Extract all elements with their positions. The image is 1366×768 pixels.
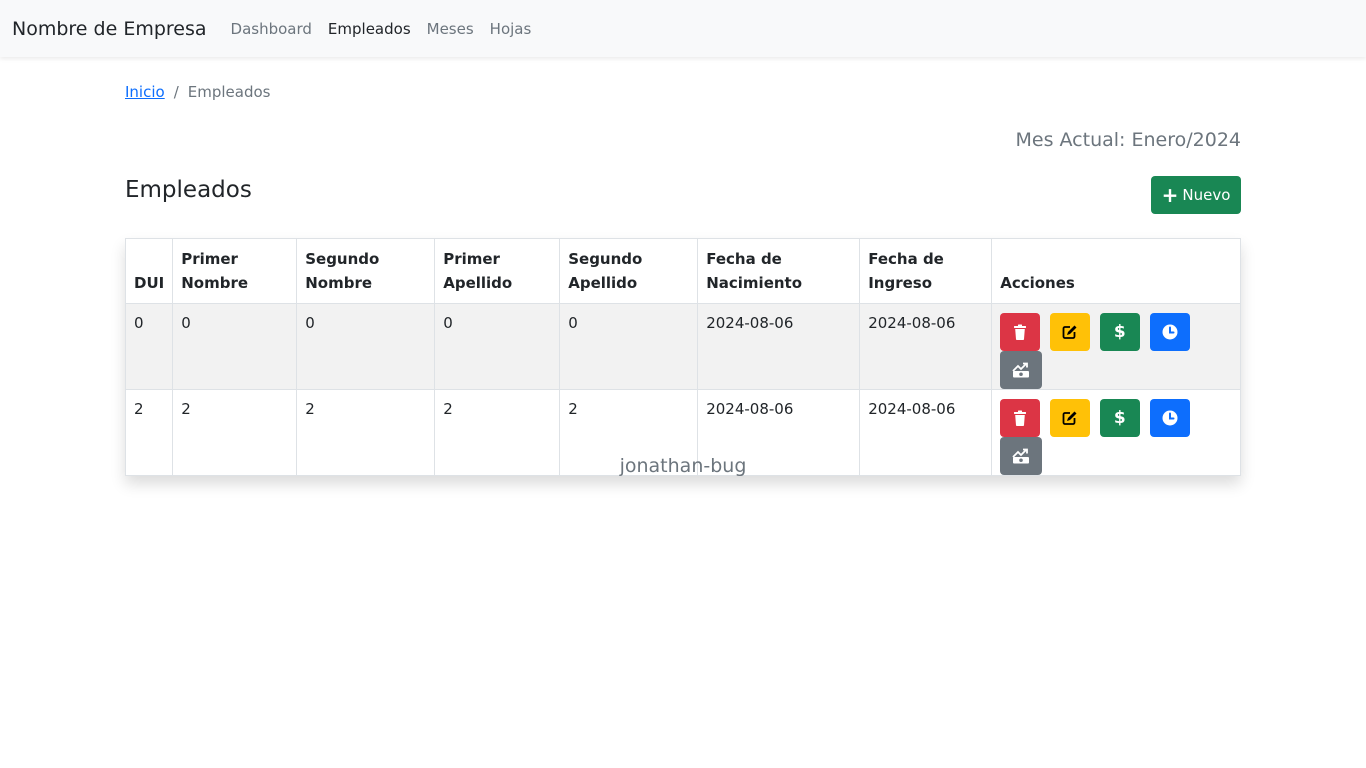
page-title: Empleados [125,177,252,203]
edit-button[interactable] [1050,313,1090,351]
cell-actions: $ [991,303,1241,390]
dollar-icon: $ [1113,322,1126,342]
nav-link-hojas[interactable]: Hojas [490,20,532,38]
nav-link-dashboard[interactable]: Dashboard [231,20,312,38]
cell-fecha-nacimiento: 2024-08-06 [697,303,861,390]
payroll-button[interactable] [1000,351,1043,389]
navbar-brand[interactable]: Nombre de Empresa [12,18,207,40]
navbar: Nombre de Empresa Dashboard Empleados Me… [0,0,1366,57]
cell-primer-apellido: 0 [434,303,561,390]
current-month-label: Mes Actual: Enero/2024 [1015,129,1242,151]
plus-icon: + [1161,183,1179,207]
nav-link-empleados[interactable]: Empleados [328,20,411,38]
footer-text: jonathan-bug [619,455,747,477]
salary-button[interactable]: $ [1099,313,1140,351]
header-primer-apellido: Primer Apellido [434,238,561,304]
new-button-label: Nuevo [1182,186,1231,204]
cell-segundo-apellido: 0 [559,303,699,390]
clock-icon [1162,410,1178,426]
salary-button[interactable]: $ [1099,399,1140,437]
delete-button[interactable] [1000,313,1041,351]
delete-button[interactable] [1000,399,1041,437]
table-row: 0 0 0 0 0 2024-08-06 2024-08-06 $ [124,303,1241,390]
clock-icon [1162,324,1178,340]
trash-icon [1014,324,1027,340]
trash-icon [1014,410,1027,426]
new-employee-button[interactable]: + Nuevo [1151,176,1241,214]
hours-button[interactable] [1149,399,1190,437]
breadcrumb-separator: / [173,83,179,101]
breadcrumb-home-link[interactable]: Inicio [125,83,165,101]
cell-fecha-ingreso: 2024-08-06 [859,303,993,390]
header-acciones: Acciones [991,238,1241,304]
employees-table-wrapper: DUI Primer Nombre Segundo Nombre Primer Ape… [124,238,1241,476]
edit-button[interactable] [1050,399,1090,437]
header-segundo-apellido: Segundo Apellido [559,238,699,304]
nav-link-meses[interactable]: Meses [427,20,474,38]
cell-dui: 0 [124,303,174,390]
cell-segundo-nombre: 0 [296,303,436,390]
breadcrumb-current: Empleados [187,83,271,101]
header-fecha-ingreso: Fecha de Ingreso [859,238,993,304]
table-header-row: DUI Primer Nombre Segundo Nombre Primer Ape… [124,238,1241,304]
header-dui: DUI [124,238,174,304]
edit-icon [1062,325,1077,339]
hours-button[interactable] [1149,313,1190,351]
breadcrumb: Inicio / Empleados [125,83,270,101]
money-chart-icon [1012,362,1030,378]
employees-table: DUI Primer Nombre Segundo Nombre Primer Ape… [124,238,1241,476]
header-primer-nombre: Primer Nombre [172,238,298,304]
dollar-icon: $ [1113,408,1126,428]
header-fecha-nacimiento: Fecha de Nacimiento [697,238,861,304]
header-segundo-nombre: Segundo Nombre [296,238,436,304]
edit-icon [1062,411,1077,425]
cell-primer-nombre: 0 [172,303,298,390]
